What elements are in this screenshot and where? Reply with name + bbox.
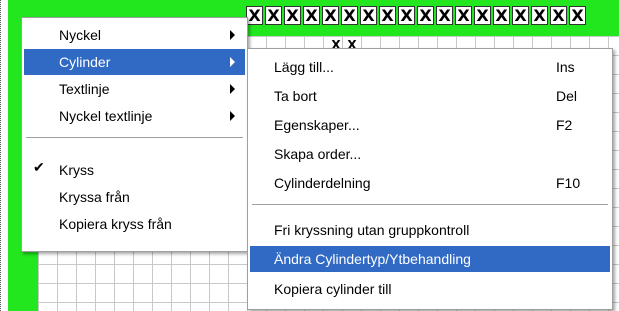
header-mark-row: X X X X X X X X X X X X X X X X X X <box>246 6 588 30</box>
menu-item-label: Textlinje <box>59 81 110 97</box>
menu-item-label: Egenskaper... <box>274 117 360 133</box>
submenu-arrow-icon <box>230 84 235 94</box>
cross-mark[interactable]: X <box>455 6 472 25</box>
cross-mark[interactable]: X <box>493 6 510 25</box>
menu-separator <box>26 137 243 139</box>
cross-mark[interactable]: X <box>417 6 434 25</box>
menu-item-label: Skapa order... <box>274 146 362 162</box>
submenu-arrow-icon <box>230 111 235 121</box>
submenu-arrow-icon <box>230 30 235 40</box>
submenu-arrow-icon <box>230 57 235 67</box>
menu-item-nyckel-textlinje[interactable]: Nyckel textlinje <box>24 103 245 129</box>
cross-mark[interactable]: X <box>550 6 567 25</box>
grid-left-border <box>0 0 5 311</box>
cross-mark[interactable]: X <box>398 6 415 25</box>
cross-mark[interactable]: X <box>265 6 282 25</box>
menu-item-label: Kryssa från <box>59 189 130 205</box>
menu-item-label: Kryss <box>59 162 94 178</box>
cross-mark[interactable]: X <box>246 6 263 25</box>
cross-mark[interactable]: X <box>322 6 339 25</box>
menu-item-label: Ändra Cylindertyp/Ytbehandling <box>274 251 471 267</box>
cylinder-submenu: Lägg till... Ins Ta bort Del Egenskaper.… <box>247 48 613 310</box>
menu-item-label: Lägg till... <box>274 59 334 75</box>
menu-item-label: Nyckel <box>59 27 102 43</box>
checkmark-icon: ✔ <box>33 159 45 175</box>
menu-item-kryss[interactable]: ✔ Kryss <box>24 157 245 183</box>
cross-mark[interactable]: X <box>284 6 301 25</box>
menu-item-label: Fri kryssning utan gruppkontroll <box>274 222 470 238</box>
menu-item-egenskaper[interactable]: Egenskaper... F2 <box>250 112 610 138</box>
cross-mark[interactable]: X <box>569 6 586 25</box>
menu-item-label: Kopiera kryss från <box>59 216 172 232</box>
context-menu: Nyckel Cylinder Textlinje Nyckel textlin… <box>21 17 248 252</box>
menu-item-cylinder[interactable]: Cylinder <box>24 49 245 75</box>
menu-item-shortcut: F2 <box>556 117 573 133</box>
menu-item-shortcut: Ins <box>556 59 575 75</box>
cross-mark[interactable]: X <box>360 6 377 25</box>
menu-item-shortcut: Del <box>556 88 578 104</box>
menu-item-kopiera-cylinder[interactable]: Kopiera cylinder till <box>250 276 610 302</box>
menu-item-ta-bort[interactable]: Ta bort Del <box>250 83 610 109</box>
menu-item-textlinje[interactable]: Textlinje <box>24 76 245 102</box>
cross-mark[interactable]: X <box>341 6 358 25</box>
menu-item-label: Cylinderdelning <box>274 175 371 191</box>
menu-separator <box>252 204 608 206</box>
cross-mark[interactable]: X <box>531 6 548 25</box>
cross-mark[interactable]: X <box>512 6 529 25</box>
menu-item-label: Ta bort <box>274 88 317 104</box>
menu-item-lagg-till[interactable]: Lägg till... Ins <box>250 54 610 80</box>
cross-mark[interactable]: X <box>474 6 491 25</box>
cross-mark[interactable]: X <box>436 6 453 25</box>
menu-item-andra-cylindertyp[interactable]: Ändra Cylindertyp/Ytbehandling <box>250 246 610 272</box>
cross-mark[interactable]: X <box>379 6 396 25</box>
menu-item-cylinderdelning[interactable]: Cylinderdelning F10 <box>250 170 610 196</box>
menu-item-kopiera-kryss-fran[interactable]: Kopiera kryss från <box>24 211 245 237</box>
cross-mark[interactable]: X <box>303 6 320 25</box>
menu-item-kryssa-fran[interactable]: Kryssa från <box>24 184 245 210</box>
menu-item-label: Nyckel textlinje <box>59 108 153 124</box>
menu-item-fri-kryssning[interactable]: Fri kryssning utan gruppkontroll <box>250 217 610 243</box>
menu-item-skapa-order[interactable]: Skapa order... <box>250 141 610 167</box>
menu-item-shortcut: F10 <box>556 175 581 191</box>
menu-item-nyckel[interactable]: Nyckel <box>24 22 245 48</box>
menu-item-label: Kopiera cylinder till <box>274 281 392 297</box>
menu-item-label: Cylinder <box>59 54 111 70</box>
